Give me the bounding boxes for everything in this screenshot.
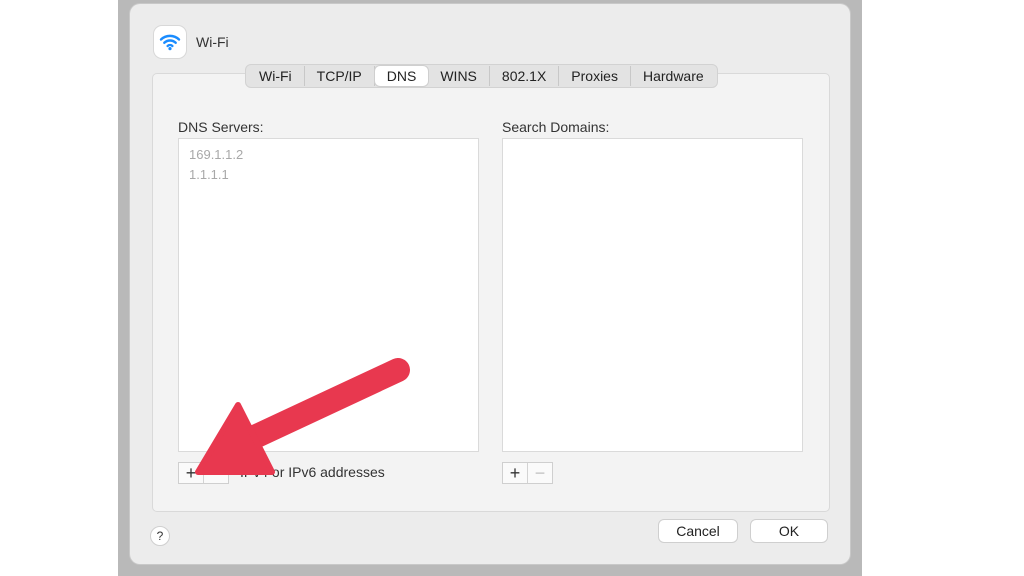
tab-hardware[interactable]: Hardware <box>631 66 716 86</box>
add-dns-server-button[interactable]: + <box>179 463 203 483</box>
dialog-title: Wi-Fi <box>196 34 229 50</box>
search-domains-list[interactable] <box>502 138 803 452</box>
search-domains-button-group: + − <box>502 462 553 484</box>
list-item[interactable]: 1.1.1.1 <box>179 165 478 185</box>
tab-tcpip[interactable]: TCP/IP <box>305 66 375 86</box>
ok-button[interactable]: OK <box>750 519 828 543</box>
tab-bar: Wi-Fi TCP/IP DNS WINS 802.1X Proxies Har… <box>245 64 718 88</box>
add-search-domain-button[interactable]: + <box>503 463 527 483</box>
dns-servers-list[interactable]: 169.1.1.2 1.1.1.1 <box>178 138 479 452</box>
list-item[interactable]: 169.1.1.2 <box>179 145 478 165</box>
network-settings-dialog: Wi-Fi DNS Servers: 169.1.1.2 1.1.1.1 + −… <box>130 4 850 564</box>
dialog-header: Wi-Fi <box>154 26 229 58</box>
search-domains-label: Search Domains: <box>502 119 610 135</box>
dns-hint-text: IPv4 or IPv6 addresses <box>240 464 385 480</box>
tab-wins[interactable]: WINS <box>428 66 490 86</box>
remove-dns-server-button[interactable]: − <box>203 463 228 483</box>
cancel-button[interactable]: Cancel <box>658 519 738 543</box>
remove-search-domain-button[interactable]: − <box>527 463 552 483</box>
tab-proxies[interactable]: Proxies <box>559 66 631 86</box>
dns-servers-button-group: + − <box>178 462 229 484</box>
tab-dns[interactable]: DNS <box>374 66 429 86</box>
dns-servers-label: DNS Servers: <box>178 119 264 135</box>
wifi-icon <box>154 26 186 58</box>
tab-wifi[interactable]: Wi-Fi <box>247 66 305 86</box>
dns-panel: DNS Servers: 169.1.1.2 1.1.1.1 + − IPv4 … <box>152 73 830 512</box>
help-button[interactable]: ? <box>150 526 170 546</box>
tab-8021x[interactable]: 802.1X <box>490 66 560 86</box>
